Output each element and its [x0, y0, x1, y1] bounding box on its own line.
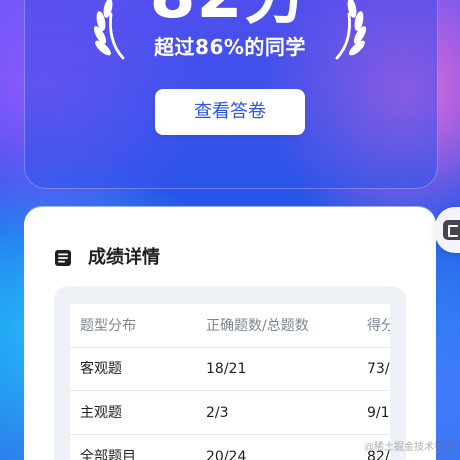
- column-header-correct-total: 正确题数/总题数: [206, 318, 309, 334]
- correct-total-cell: 2/3: [206, 405, 229, 421]
- correct-total-cell: 20/24: [206, 449, 247, 460]
- score-value: 82分: [132, 0, 328, 28]
- app-icon: [443, 220, 460, 240]
- percentile-text: 超过86%的同学: [154, 35, 306, 59]
- view-answers-button[interactable]: 查看答卷: [155, 89, 305, 135]
- watermark-text: @稀土掘金技术社区: [364, 442, 454, 453]
- table-row: 全部题目 20/24 82/: [70, 435, 390, 460]
- score-table: 题型分布 正确题数/总题数 得分 客观题 18/21 73/8 主观题 2/3 …: [70, 304, 390, 460]
- correct-total-cell: 18/21: [206, 361, 247, 377]
- score-cell: 73/8: [367, 361, 390, 377]
- details-header: 成绩详情: [54, 246, 160, 270]
- question-type-cell: 客观题: [80, 361, 122, 377]
- details-title: 成绩详情: [88, 247, 160, 268]
- question-type-cell: 全部题目: [80, 449, 136, 460]
- column-header-type: 题型分布: [80, 318, 136, 334]
- table-row: 客观题 18/21 73/8: [70, 347, 390, 391]
- table-row: 主观题 2/3 9/13: [70, 391, 390, 435]
- column-header-score: 得分: [367, 318, 390, 334]
- score-cell: 9/13: [367, 405, 390, 421]
- list-icon: [55, 250, 71, 266]
- table-header-row: 题型分布 正确题数/总题数 得分: [70, 304, 390, 347]
- question-type-cell: 主观题: [80, 405, 122, 421]
